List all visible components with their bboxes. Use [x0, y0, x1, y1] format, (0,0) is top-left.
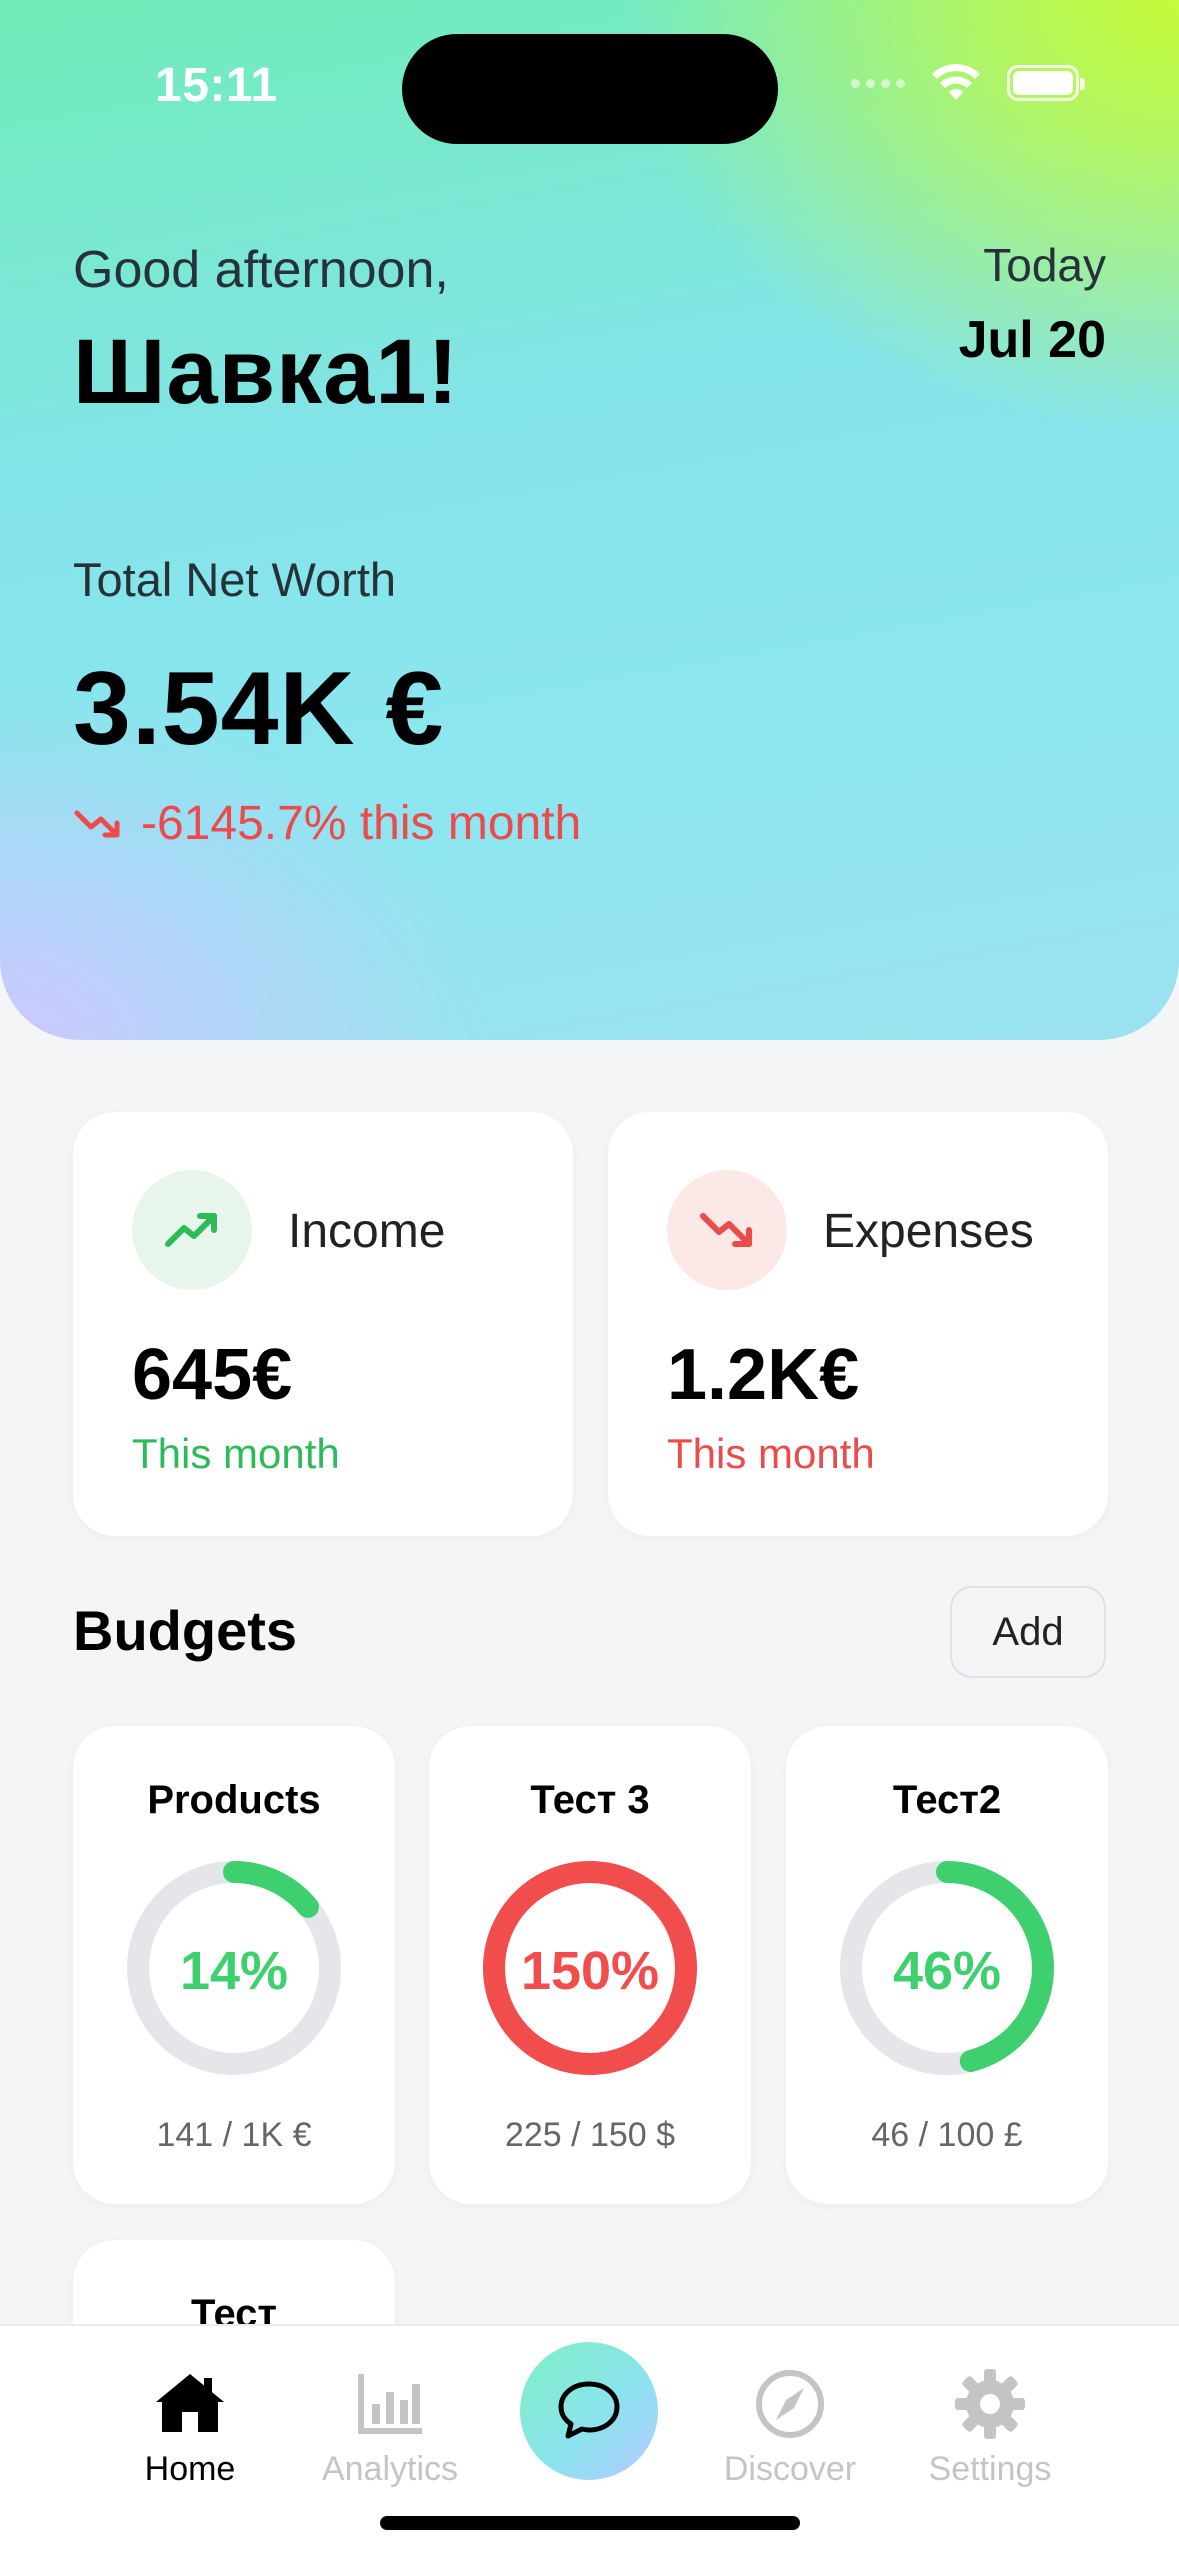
expenses-value: 1.2K€	[667, 1335, 860, 1415]
net-worth-change-text: -6145.7% this month	[141, 797, 582, 850]
expenses-card[interactable]: Expenses 1.2K€ This month	[608, 1112, 1108, 1536]
gear-icon	[955, 2369, 1025, 2439]
house-icon	[156, 2374, 224, 2432]
budget-percent: 46%	[892, 1941, 1002, 2001]
income-value: 645€	[132, 1335, 293, 1415]
net-worth-value: 3.54K €	[73, 651, 445, 767]
trend-down-icon	[700, 1213, 752, 1247]
chat-bubble-icon	[558, 2381, 620, 2439]
budget-name: Тест2	[892, 1778, 1002, 1822]
budgets-title: Budgets	[73, 1599, 297, 1662]
income-title: Income	[288, 1205, 446, 1258]
bar-chart-icon	[358, 2374, 422, 2434]
budget-percent: 14%	[179, 1941, 289, 2001]
expenses-period: This month	[667, 1430, 875, 1477]
budget-name: Тест 3	[530, 1778, 650, 1822]
wifi-icon	[932, 64, 980, 100]
dynamic-island	[402, 34, 778, 144]
income-card[interactable]: Income 645€ This month	[73, 1112, 573, 1536]
user-name: Шавка1!	[73, 321, 460, 423]
net-worth-label: Total Net Worth	[73, 553, 397, 606]
tab-analytics-label: Analytics	[321, 2450, 459, 2488]
tab-home-label: Home	[144, 2450, 236, 2488]
trend-up-icon	[165, 1213, 217, 1247]
expenses-icon-badge	[667, 1170, 787, 1290]
battery-icon	[1007, 65, 1085, 101]
budget-amount: 225 / 150 $	[504, 2116, 676, 2154]
budget-card[interactable]: Тест 3 150% 225 / 150 $	[429, 1726, 751, 2204]
tab-analytics[interactable]: Analytics	[300, 2364, 480, 2489]
net-worth-change: -6145.7% this month	[73, 796, 581, 851]
greeting-text: Good afternoon,	[73, 241, 449, 299]
today-date: Jul 20	[958, 311, 1106, 369]
budget-amount: 141 / 1K €	[156, 2116, 312, 2154]
tab-settings[interactable]: Settings	[900, 2364, 1080, 2489]
budget-card[interactable]: Тест2 46% 46 / 100 £	[786, 1726, 1108, 2204]
cellular-signal-icon	[851, 78, 905, 88]
chat-button[interactable]	[520, 2342, 658, 2480]
compass-icon	[756, 2370, 824, 2438]
budget-name: Products	[147, 1778, 321, 1822]
tab-discover-label: Discover	[723, 2450, 857, 2488]
tab-discover[interactable]: Discover	[700, 2364, 880, 2489]
trend-down-icon	[74, 810, 120, 837]
status-icons	[851, 64, 1085, 102]
expenses-title: Expenses	[823, 1205, 1034, 1258]
income-period: This month	[132, 1430, 340, 1477]
home-indicator	[380, 2516, 800, 2530]
status-time: 15:11	[155, 59, 278, 112]
budget-amount: 46 / 100 £	[871, 2116, 1023, 2154]
tab-home[interactable]: Home	[100, 2364, 280, 2489]
header-gradient	[0, 0, 1179, 1040]
tab-settings-label: Settings	[928, 2450, 1052, 2488]
add-budget-button[interactable]: Add	[950, 1586, 1106, 1678]
today-label: Today	[983, 239, 1106, 291]
budget-card[interactable]: Products 14% 141 / 1K €	[73, 1726, 395, 2204]
income-icon-badge	[132, 1170, 252, 1290]
budget-percent: 150%	[520, 1941, 660, 2001]
